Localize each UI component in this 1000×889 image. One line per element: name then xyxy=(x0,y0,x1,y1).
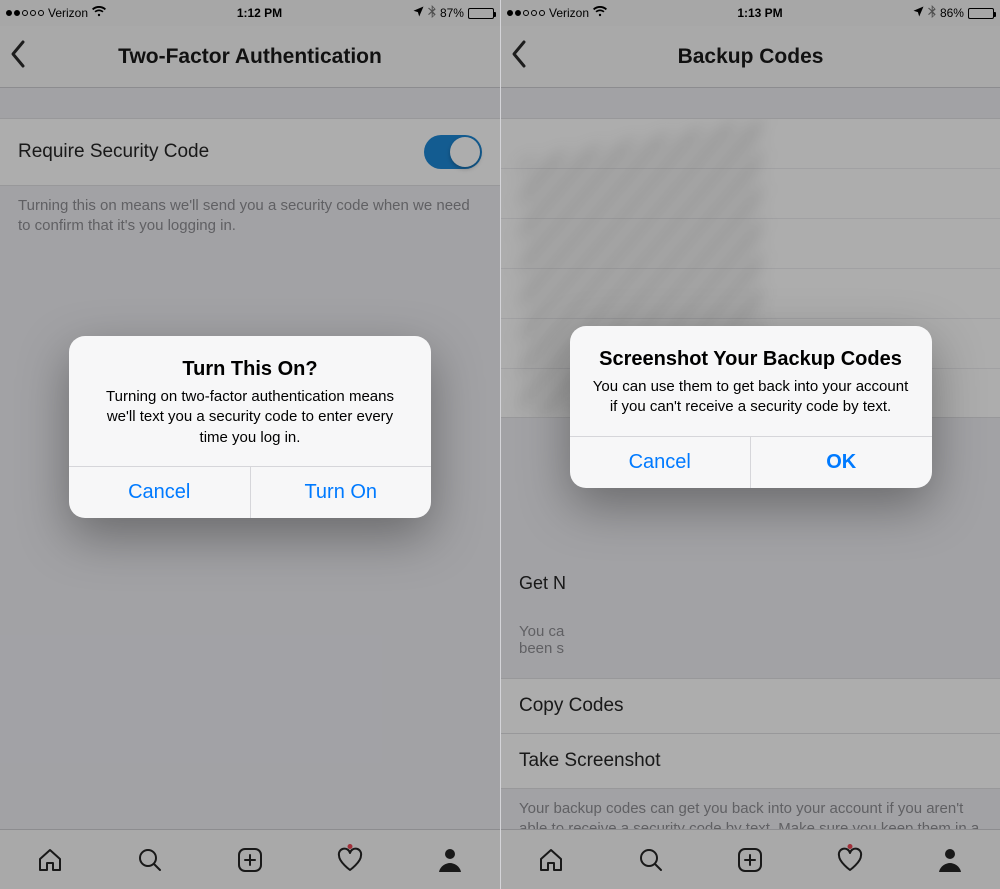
require-security-code-toggle[interactable] xyxy=(424,135,482,169)
page-title: Backup Codes xyxy=(501,45,1000,69)
wifi-icon xyxy=(593,6,607,20)
take-screenshot-row[interactable]: Take Screenshot xyxy=(501,734,1000,789)
tab-activity[interactable] xyxy=(336,846,364,874)
status-bar: Verizon 1:13 PM 86% xyxy=(501,0,1000,26)
bluetooth-icon xyxy=(928,5,936,21)
require-security-code-caption: Turning this on means we'll send you a s… xyxy=(0,186,500,237)
tab-profile[interactable] xyxy=(936,846,964,874)
get-new-codes-row-label-partial: Get N xyxy=(519,573,566,594)
tab-home[interactable] xyxy=(537,846,565,874)
copy-codes-row[interactable]: Copy Codes xyxy=(501,678,1000,734)
location-icon xyxy=(413,6,424,20)
clock-label: 1:12 PM xyxy=(237,6,282,20)
alert-message: You can use them to get back into your a… xyxy=(592,377,910,418)
alert-confirm-button[interactable]: Turn On xyxy=(250,467,432,518)
screen-backup-codes: Verizon 1:13 PM 86% Backup Co xyxy=(500,0,1000,889)
alert-title: Turn This On? xyxy=(91,358,409,381)
turn-on-alert: Turn This On? Turning on two-factor auth… xyxy=(69,336,431,518)
battery-icon xyxy=(968,8,994,19)
alert-title: Screenshot Your Backup Codes xyxy=(592,348,910,371)
carrier-label: Verizon xyxy=(549,6,589,20)
alert-message: Turning on two-factor authentication mea… xyxy=(91,387,409,448)
alert-cancel-button[interactable]: Cancel xyxy=(570,437,751,488)
tab-bar xyxy=(501,829,1000,889)
tab-create[interactable] xyxy=(736,846,764,874)
page-title: Two-Factor Authentication xyxy=(0,45,500,69)
tab-search[interactable] xyxy=(136,846,164,874)
clock-label: 1:13 PM xyxy=(737,6,782,20)
back-button[interactable] xyxy=(509,39,527,75)
tab-search[interactable] xyxy=(637,846,665,874)
alert-confirm-button[interactable]: OK xyxy=(750,437,932,488)
bluetooth-icon xyxy=(428,5,436,21)
tab-activity[interactable] xyxy=(836,846,864,874)
tab-create[interactable] xyxy=(236,846,264,874)
take-screenshot-label: Take Screenshot xyxy=(519,750,661,771)
carrier-label: Verizon xyxy=(48,6,88,20)
location-icon xyxy=(913,6,924,20)
screen-two-factor: Verizon 1:12 PM 87% Two-Facto xyxy=(0,0,500,889)
get-new-codes-caption-partial: You ca been s xyxy=(519,623,564,657)
screenshot-codes-alert: Screenshot Your Backup Codes You can use… xyxy=(570,326,932,488)
require-security-code-row[interactable]: Require Security Code xyxy=(0,118,500,186)
back-button[interactable] xyxy=(8,39,26,75)
tab-bar xyxy=(0,829,500,889)
nav-bar: Backup Codes xyxy=(501,26,1000,88)
battery-icon xyxy=(468,8,494,19)
battery-pct-label: 86% xyxy=(940,6,964,20)
tab-home[interactable] xyxy=(36,846,64,874)
wifi-icon xyxy=(92,6,106,20)
status-bar: Verizon 1:12 PM 87% xyxy=(0,0,500,26)
signal-strength-icon xyxy=(6,10,44,16)
copy-codes-label: Copy Codes xyxy=(519,695,624,716)
signal-strength-icon xyxy=(507,10,545,16)
battery-pct-label: 87% xyxy=(440,6,464,20)
require-security-code-label: Require Security Code xyxy=(18,141,209,163)
alert-cancel-button[interactable]: Cancel xyxy=(69,467,250,518)
nav-bar: Two-Factor Authentication xyxy=(0,26,500,88)
tab-profile[interactable] xyxy=(436,846,464,874)
